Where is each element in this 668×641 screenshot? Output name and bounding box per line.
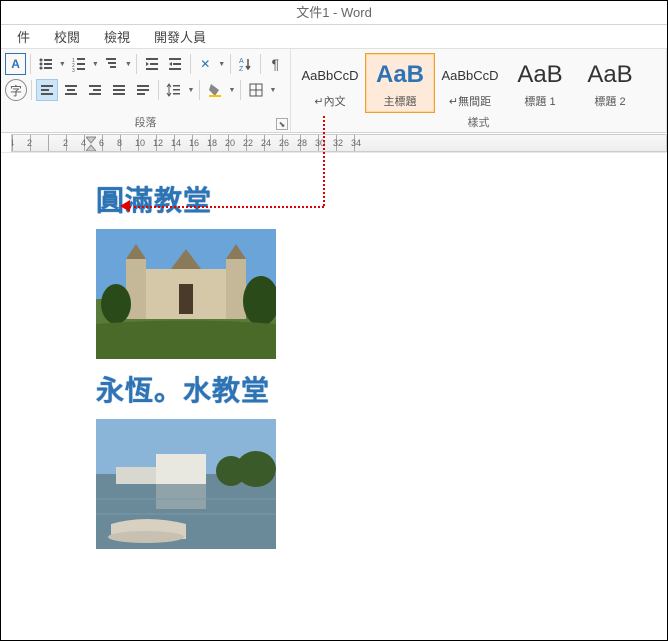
align-center-icon[interactable] <box>60 79 82 101</box>
enclose-char-icon[interactable]: 字 <box>5 79 27 101</box>
style-nospacing[interactable]: AaBbCcD ↵無間距 <box>435 53 505 113</box>
menu-view[interactable]: 檢視 <box>92 27 142 46</box>
line-spacing-icon[interactable] <box>163 79 185 101</box>
svg-text:Z: Z <box>239 66 244 72</box>
style-preview: AaBbCcD <box>441 57 498 93</box>
menu-review[interactable]: 校閱 <box>42 27 92 46</box>
style-preview: AaBbCcD <box>301 57 358 93</box>
image-church[interactable] <box>96 229 276 359</box>
horizontal-ruler[interactable]: 42 246810121416182022242628303234 <box>11 134 667 152</box>
style-normal[interactable]: AaBbCcD ↵內文 <box>295 53 365 113</box>
paragraph-label: 段落 <box>1 114 290 130</box>
menu-bar: 件 校閱 檢視 開發人員 <box>1 25 667 49</box>
menu-file[interactable]: 件 <box>5 27 42 46</box>
style-preview: AaB <box>517 57 562 93</box>
show-marks-icon[interactable]: ¶ <box>265 53 286 75</box>
bullets-icon[interactable] <box>35 53 56 75</box>
align-justify-icon[interactable] <box>108 79 130 101</box>
window-title: 文件1 - Word <box>296 5 372 20</box>
style-preview: AaB <box>376 57 424 93</box>
multilevel-dropdown[interactable]: ▼ <box>124 53 132 75</box>
shading-dropdown[interactable]: ▼ <box>228 79 236 101</box>
svg-text:3: 3 <box>72 68 75 72</box>
ribbon: A ▼ 123 ▼ ▼ ✕ ▼ AZ ¶ 字 <box>1 49 667 133</box>
multilevel-list-icon[interactable] <box>101 53 122 75</box>
style-heading1[interactable]: AaB 標題 1 <box>505 53 575 113</box>
decrease-indent-icon[interactable] <box>141 53 162 75</box>
heading-1[interactable]: 圓滿教堂 <box>96 179 656 219</box>
numbering-dropdown[interactable]: ▼ <box>91 53 99 75</box>
svg-text:A: A <box>239 58 244 65</box>
title-bar: 文件1 - Word <box>1 1 667 25</box>
paragraph-group: A ▼ 123 ▼ ▼ ✕ ▼ AZ ¶ 字 <box>1 49 291 132</box>
ruler-area: 42 246810121416182022242628303234 <box>1 133 667 153</box>
menu-developer[interactable]: 開發人員 <box>142 27 218 46</box>
increase-indent-icon[interactable] <box>164 53 185 75</box>
style-title[interactable]: AaB 主標題 <box>365 53 435 113</box>
styles-gallery: AaBbCcD ↵內文 AaB 主標題 AaBbCcD ↵無間距 AaB 標題 … <box>295 51 662 115</box>
bullets-dropdown[interactable]: ▼ <box>59 53 67 75</box>
paragraph-launcher-icon[interactable]: ⬊ <box>276 118 288 130</box>
borders-dropdown[interactable]: ▼ <box>269 79 277 101</box>
align-left-icon[interactable] <box>36 79 58 101</box>
style-label: ↵無間距 <box>449 93 491 109</box>
indent-marker-icon[interactable] <box>86 134 96 152</box>
style-heading2[interactable]: AaB 標題 2 <box>575 53 645 113</box>
asian-layout-dropdown[interactable]: ▼ <box>218 53 226 75</box>
align-right-icon[interactable] <box>84 79 106 101</box>
sort-icon[interactable]: AZ <box>235 53 256 75</box>
styles-group: AaBbCcD ↵內文 AaB 主標題 AaBbCcD ↵無間距 AaB 標題 … <box>291 49 667 132</box>
image-water-church[interactable] <box>96 419 276 549</box>
numbering-icon[interactable]: 123 <box>68 53 89 75</box>
style-label: ↵內文 <box>314 93 345 109</box>
document-page[interactable]: 圓滿教堂 永恆。水教堂 <box>96 179 656 549</box>
shading-icon[interactable] <box>204 79 226 101</box>
style-label: 標題 1 <box>524 93 555 109</box>
line-spacing-dropdown[interactable]: ▼ <box>187 79 195 101</box>
align-distributed-icon[interactable] <box>132 79 154 101</box>
text-box-icon[interactable]: A <box>5 53 26 75</box>
borders-icon[interactable] <box>245 79 267 101</box>
style-label: 主標題 <box>384 93 417 109</box>
asian-layout-icon[interactable]: ✕ <box>195 53 216 75</box>
styles-label: 樣式 <box>291 114 666 130</box>
document-area: 圓滿教堂 永恆。水教堂 <box>1 153 667 549</box>
heading-2[interactable]: 永恆。水教堂 <box>96 369 656 409</box>
style-label: 標題 2 <box>594 93 625 109</box>
style-preview: AaB <box>587 57 632 93</box>
